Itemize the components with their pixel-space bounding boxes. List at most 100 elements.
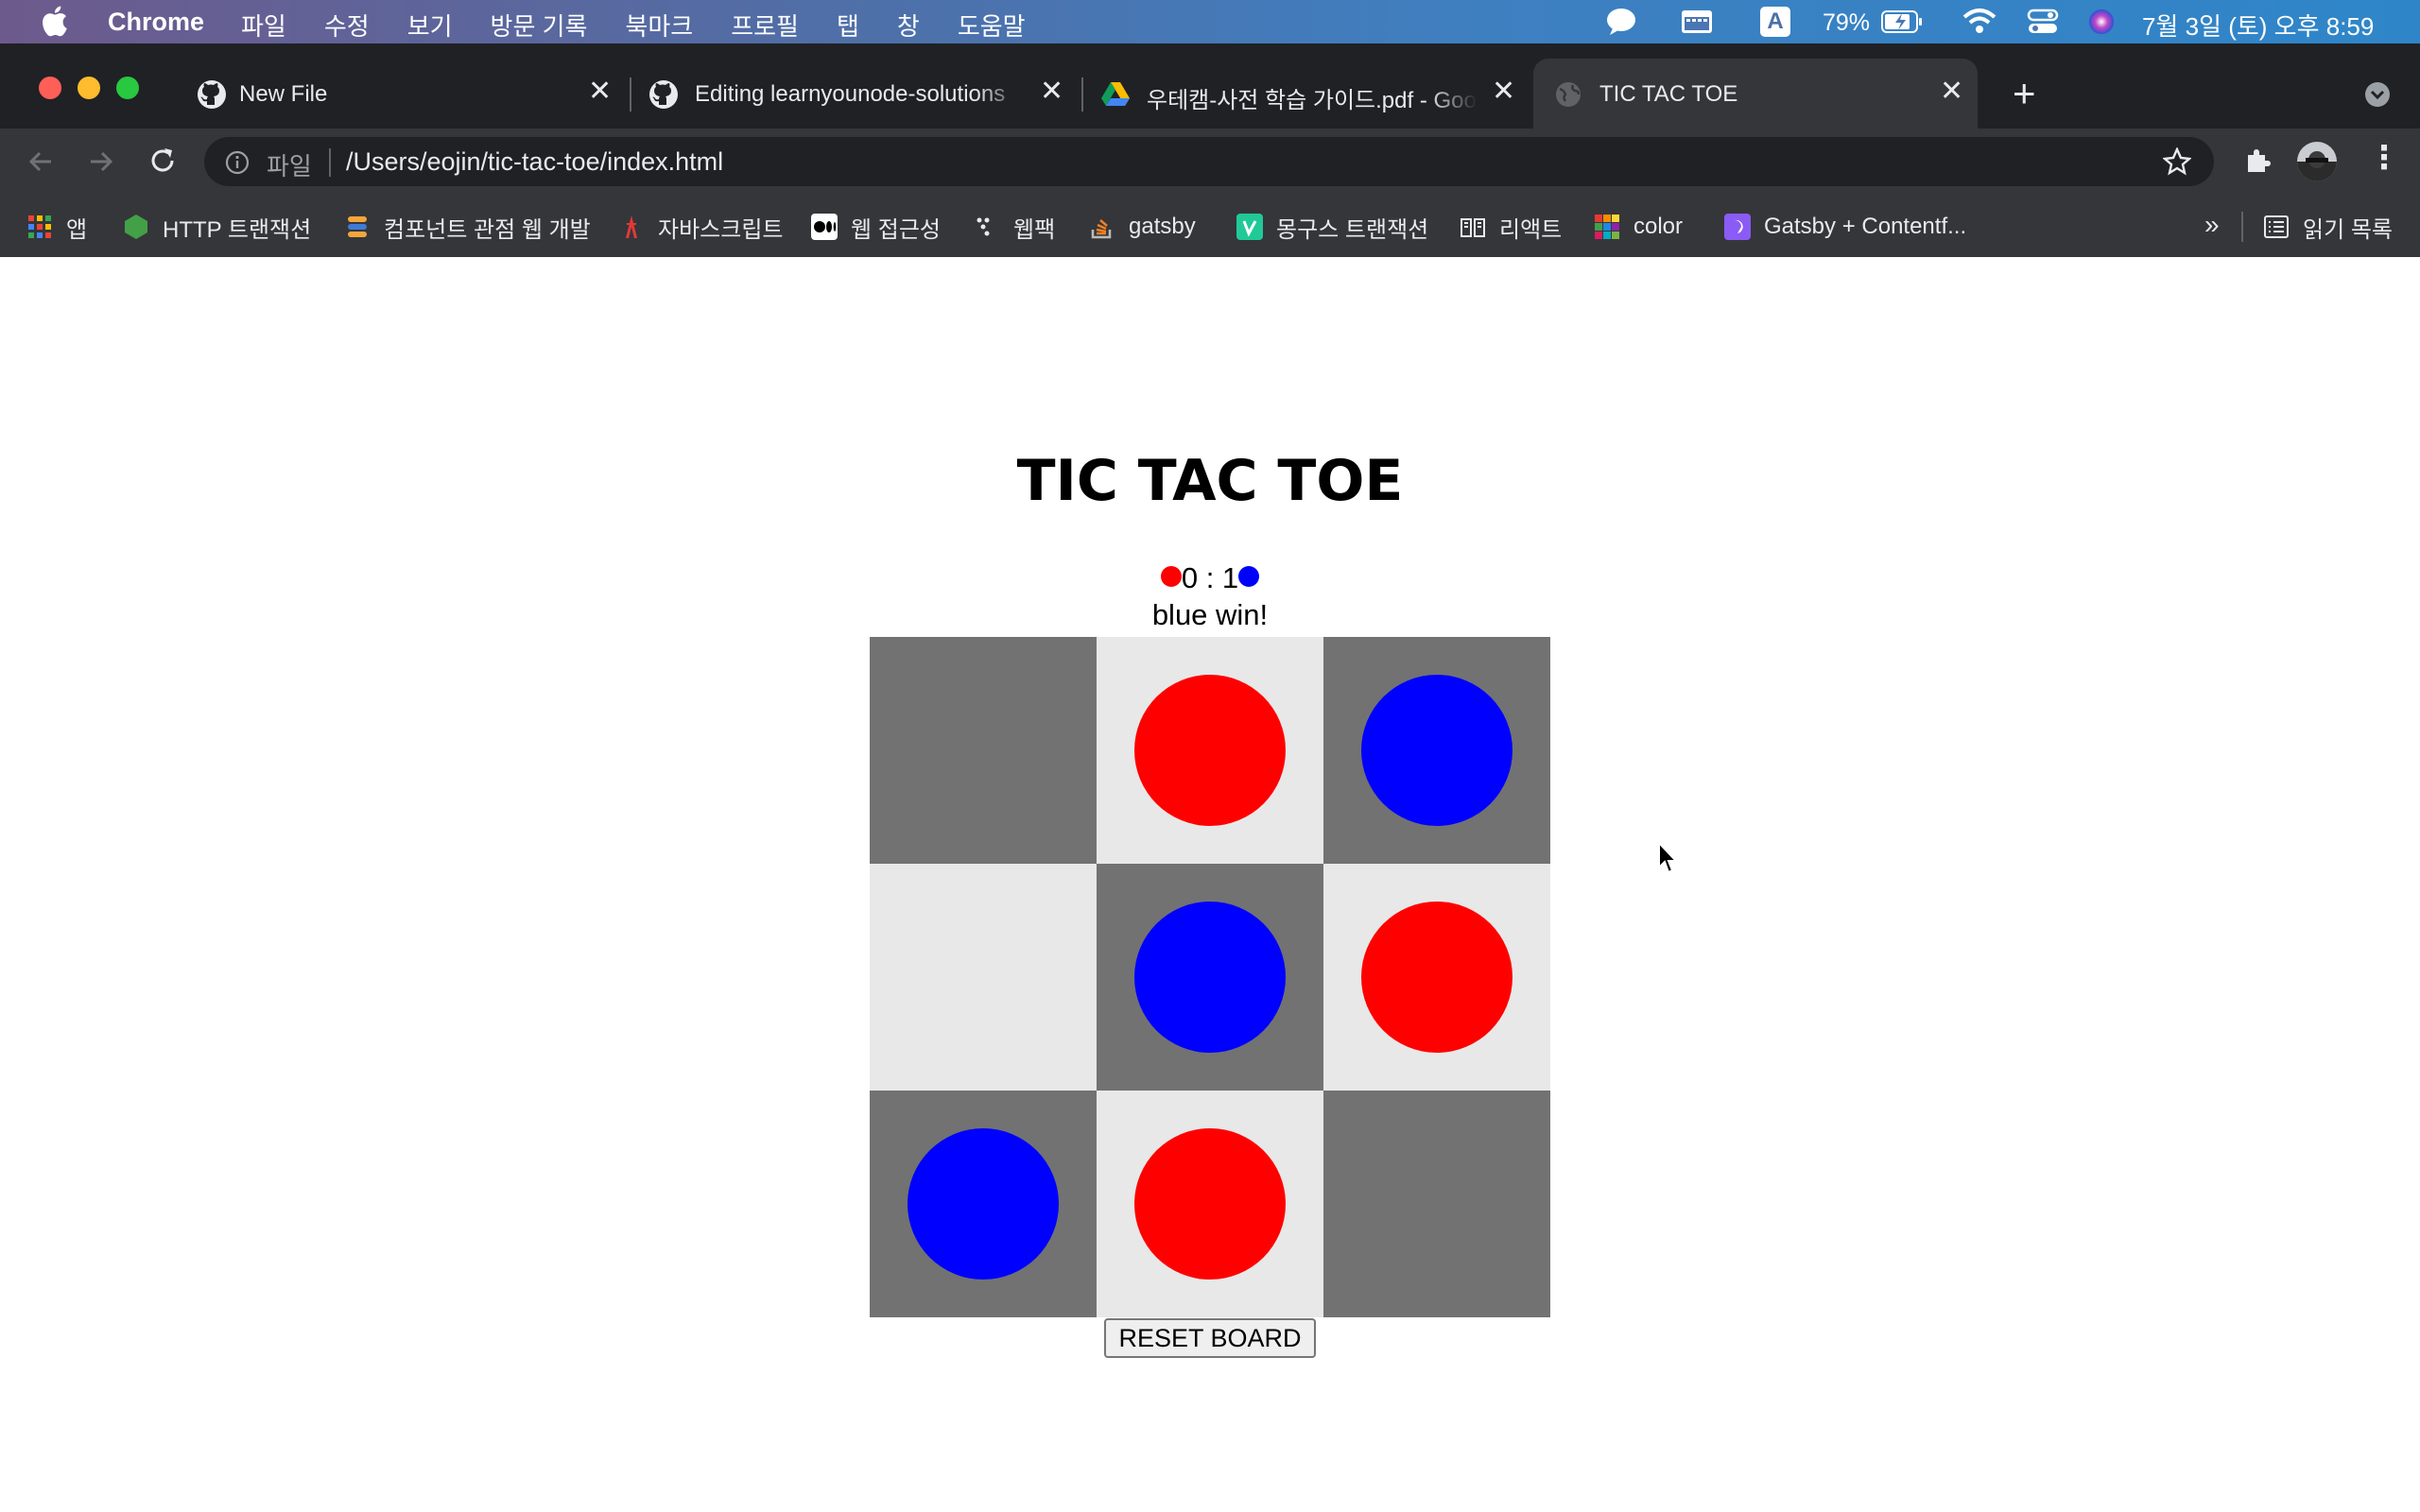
- menu-tab[interactable]: 탭: [837, 8, 859, 43]
- dots-icon: [977, 217, 990, 236]
- tab-title: 우테캠-사전 학습 가이드.pdf - Goo: [1147, 88, 1477, 113]
- tab-separator: [1081, 77, 1083, 112]
- board-cell[interactable]: [1097, 1091, 1323, 1317]
- menu-view[interactable]: 보기: [407, 8, 453, 43]
- tab-editing-learnyounode[interactable]: Editing learnyounode-solutions ✕: [635, 59, 1076, 129]
- board-cell[interactable]: [870, 637, 1097, 864]
- menu-profile[interactable]: 프로필: [731, 8, 799, 43]
- reading-list-label: 읽기 목록: [2303, 216, 2393, 243]
- page-title: TIC TAC TOE: [1016, 448, 1404, 514]
- bookmark-label: 자바스크립트: [658, 216, 784, 243]
- reload-icon[interactable]: [147, 146, 178, 176]
- control-center-icon[interactable]: [2027, 9, 2059, 35]
- game-status-message: blue win!: [1151, 598, 1269, 631]
- globe-icon: [1556, 82, 1581, 107]
- bookmark-apps[interactable]: 앱: [26, 208, 87, 246]
- mouse-cursor-icon: [1658, 841, 1679, 874]
- battery-percent[interactable]: 79%: [1823, 9, 1870, 37]
- bookmark-gatsby[interactable]: gatsby: [1089, 208, 1196, 246]
- new-tab-icon[interactable]: +: [2013, 74, 2036, 113]
- stack-icon: [348, 216, 367, 237]
- github-icon: [649, 80, 678, 109]
- bookmark-label: 웹 접근성: [851, 216, 941, 243]
- bookmark-webpack[interactable]: 웹팩: [974, 208, 1055, 246]
- bookmark-label: 몽구스 트랜잭션: [1276, 216, 1429, 243]
- tab-pdf-guide[interactable]: 우테캠-사전 학습 가이드.pdf - Goo ✕: [1087, 59, 1531, 129]
- bookmark-label: Gatsby + Contentf...: [1764, 214, 1967, 239]
- board-cell[interactable]: [870, 864, 1097, 1091]
- bookmark-http-transaction[interactable]: HTTP 트랜잭션: [123, 208, 311, 246]
- scoreboard: 0 : 1: [0, 561, 2420, 595]
- menu-window[interactable]: 창: [897, 8, 920, 43]
- red-score: 0: [1181, 561, 1199, 594]
- tab-close-icon[interactable]: ✕: [1492, 77, 1515, 106]
- board-cell[interactable]: [1323, 637, 1550, 864]
- bookmark-label: 리액트: [1499, 216, 1563, 243]
- chrome-menu-icon[interactable]: ⋮: [2368, 142, 2400, 174]
- tab-separator: [630, 77, 631, 112]
- bookmarks-divider: [2241, 212, 2243, 242]
- menu-edit[interactable]: 수정: [324, 8, 370, 43]
- tab-close-icon[interactable]: ✕: [588, 77, 612, 106]
- tab-close-icon[interactable]: ✕: [1940, 77, 1963, 106]
- info-icon[interactable]: [225, 150, 250, 175]
- input-source-indicator[interactable]: A: [1760, 7, 1790, 37]
- active-app-name[interactable]: Chrome: [108, 8, 204, 37]
- apple-icon[interactable]: [40, 4, 68, 38]
- clock[interactable]: 7월 3일 (토) 오후 8:59: [2142, 8, 2374, 43]
- bookmark-star-icon[interactable]: [2163, 147, 2191, 176]
- bookmarks-bar: 앱 HTTP 트랜잭션 컴포넌트 관점 웹 개발 자바스크립트 웹 접근성 웹팩…: [0, 197, 2420, 258]
- menu-file[interactable]: 파일: [241, 8, 286, 43]
- bookmark-javascript[interactable]: 자바스크립트: [618, 208, 783, 246]
- board-cell[interactable]: [1097, 637, 1323, 864]
- game-board: [870, 637, 1550, 1317]
- bookmark-mongoose-transaction[interactable]: 몽구스 트랜잭션: [1236, 208, 1428, 246]
- bookmark-component-web-dev[interactable]: 컴포넌트 관점 웹 개발: [344, 208, 591, 246]
- blue-score: 1: [1221, 561, 1239, 594]
- bookmark-label: gatsby: [1129, 214, 1196, 239]
- menu-bookmarks[interactable]: 북마크: [625, 8, 693, 43]
- extensions-icon[interactable]: [2242, 146, 2273, 176]
- back-icon[interactable]: [26, 147, 55, 176]
- bookmark-label: 웹팩: [1013, 216, 1056, 243]
- red-piece: [1361, 902, 1512, 1053]
- tab-new-file[interactable]: New File ✕: [180, 59, 624, 129]
- bookmark-react[interactable]: 리액트: [1460, 208, 1562, 246]
- board-cell[interactable]: [1323, 864, 1550, 1091]
- messages-icon[interactable]: [1605, 8, 1637, 36]
- url-text[interactable]: /Users/eojin/tic-tac-toe/index.html: [346, 147, 723, 177]
- board-cell[interactable]: [870, 1091, 1097, 1317]
- board-cell[interactable]: [1097, 864, 1323, 1091]
- app-menus: 파일 수정 보기 방문 기록 북마크 프로필 탭 창 도움말: [241, 8, 1063, 43]
- display-menu-icon[interactable]: [1681, 9, 1713, 34]
- stack-overflow-icon: [1091, 219, 1112, 239]
- omnibox-divider: [329, 148, 331, 177]
- bookmark-web-accessibility[interactable]: 웹 접근성: [811, 208, 941, 246]
- tab-search-icon[interactable]: [2364, 81, 2391, 108]
- tab-tic-tac-toe[interactable]: TIC TAC TOE ✕: [1533, 59, 1978, 129]
- menu-help[interactable]: 도움말: [958, 8, 1026, 43]
- tab-title: New File: [239, 81, 328, 107]
- window-minimize-button[interactable]: [78, 77, 100, 99]
- reset-board-button[interactable]: RESET BOARD: [1104, 1318, 1316, 1358]
- tab-title: Editing learnyounode-solutions: [695, 81, 1006, 107]
- menu-history[interactable]: 방문 기록: [491, 8, 588, 43]
- profile-avatar-icon[interactable]: [2296, 141, 2338, 182]
- bookmark-gatsby-contentful[interactable]: Gatsby + Contentf...: [1724, 208, 1966, 246]
- bookmarks-overflow-button[interactable]: »: [2204, 210, 2220, 240]
- address-bar[interactable]: 파일 /Users/eojin/tic-tac-toe/index.html: [204, 137, 2214, 186]
- red-piece: [1134, 675, 1286, 826]
- reading-list-button[interactable]: 읽기 목록: [2263, 208, 2393, 246]
- board-cell[interactable]: [1323, 1091, 1550, 1317]
- siri-icon[interactable]: [2087, 8, 2116, 36]
- wifi-icon[interactable]: [1962, 8, 1996, 34]
- window-close-button[interactable]: [39, 77, 61, 99]
- bookmark-label: HTTP 트랜잭션: [163, 216, 312, 243]
- contentful-icon: [1724, 214, 1751, 240]
- forward-icon[interactable]: [87, 147, 115, 176]
- bookmark-color[interactable]: color: [1594, 208, 1683, 246]
- window-zoom-button[interactable]: [116, 77, 139, 99]
- battery-icon[interactable]: [1881, 10, 1923, 33]
- tab-close-icon[interactable]: ✕: [1040, 77, 1063, 106]
- page-viewport: TIC TAC TOE 0 : 1 blue win! RESET BOARD: [0, 257, 2420, 1512]
